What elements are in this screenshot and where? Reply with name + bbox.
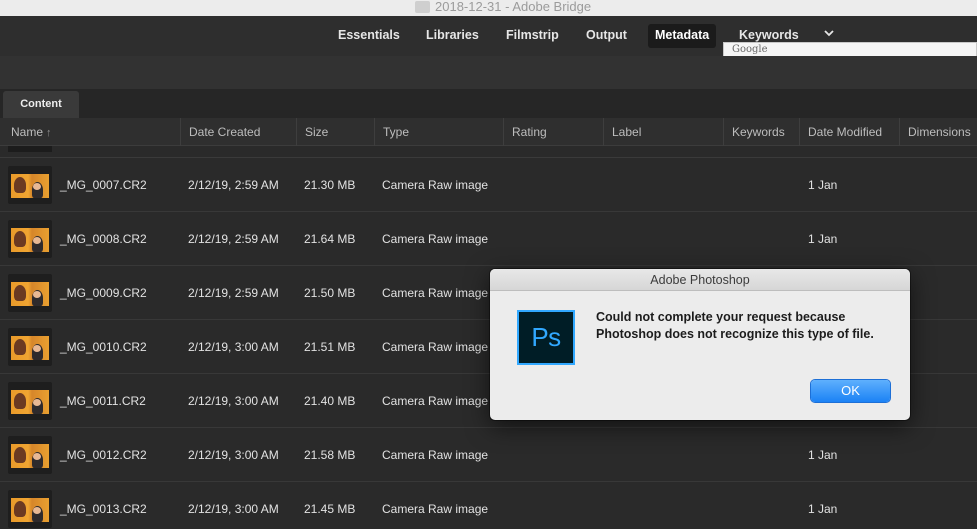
- window-title: 2018-12-31 - Adobe Bridge: [435, 0, 592, 14]
- workspace-libraries[interactable]: Libraries: [419, 24, 486, 48]
- file-date-created: 2/12/19, 3:00 AM: [188, 448, 279, 462]
- thumbnail[interactable]: [8, 382, 52, 420]
- file-type: Camera Raw image: [382, 394, 489, 408]
- photoshop-error-dialog: Adobe Photoshop Ps Could not complete yo…: [490, 269, 910, 420]
- thumbnail[interactable]: [8, 274, 52, 312]
- workspace-essentials[interactable]: Essentials: [331, 24, 407, 48]
- dialog-title: Adobe Photoshop: [490, 269, 910, 291]
- file-date-created: 2/12/19, 3:00 AM: [188, 394, 279, 408]
- window-titlebar: 2018-12-31 - Adobe Bridge: [0, 0, 977, 16]
- thumbnail[interactable]: [8, 490, 52, 528]
- file-type: Camera Raw image: [382, 448, 489, 462]
- table-row[interactable]: [0, 146, 977, 158]
- table-row[interactable]: _MG_0007.CR2 2/12/19, 2:59 AM 21.30 MB C…: [0, 158, 977, 212]
- thumbnail: [8, 146, 52, 152]
- ok-button[interactable]: OK: [811, 380, 890, 402]
- file-size: 21.64 MB: [304, 232, 356, 246]
- column-rating[interactable]: Rating: [504, 118, 604, 146]
- file-size: 21.50 MB: [304, 286, 356, 300]
- column-dimensions[interactable]: Dimensions: [900, 118, 977, 146]
- column-name-label: Name: [11, 125, 44, 139]
- file-date-created: 2/12/19, 2:59 AM: [188, 178, 279, 192]
- file-size: 21.51 MB: [304, 340, 356, 354]
- photoshop-logo-text: Ps: [531, 322, 561, 352]
- file-name: _MG_0008.CR2: [60, 232, 147, 246]
- file-date-created: 2/12/19, 2:59 AM: [188, 286, 279, 300]
- column-size[interactable]: Size: [297, 118, 375, 146]
- file-size: 21.40 MB: [304, 394, 356, 408]
- file-type: Camera Raw image: [382, 502, 489, 516]
- file-date-modified: 1 Jan: [808, 232, 838, 246]
- table-row[interactable]: _MG_0012.CR2 2/12/19, 3:00 AM 21.58 MB C…: [0, 428, 977, 482]
- column-label[interactable]: Label: [604, 118, 724, 146]
- file-name: _MG_0009.CR2: [60, 286, 147, 300]
- file-date-modified: 1 Jan: [808, 178, 838, 192]
- file-name: _MG_0011.CR2: [60, 394, 146, 408]
- file-date-modified: 1 Jan: [808, 502, 838, 516]
- file-size: 21.45 MB: [304, 502, 356, 516]
- thumbnail[interactable]: [8, 436, 52, 474]
- column-date-created[interactable]: Date Created: [181, 118, 297, 146]
- file-type: Camera Raw image: [382, 178, 489, 192]
- file-type: Camera Raw image: [382, 286, 489, 300]
- file-size: 21.58 MB: [304, 448, 356, 462]
- thumbnail[interactable]: [8, 166, 52, 204]
- file-name: _MG_0007.CR2: [60, 178, 147, 192]
- photoshop-logo-icon: Ps: [517, 310, 575, 365]
- file-size: 21.30 MB: [304, 178, 356, 192]
- file-type: Camera Raw image: [382, 340, 489, 354]
- workspace-output[interactable]: Output: [579, 24, 634, 48]
- workspace-filmstrip[interactable]: Filmstrip: [499, 24, 566, 48]
- file-name: _MG_0013.CR2: [60, 502, 147, 516]
- google-popup: Google: [723, 42, 977, 57]
- column-type[interactable]: Type: [375, 118, 504, 146]
- file-type: Camera Raw image: [382, 232, 489, 246]
- column-keywords[interactable]: Keywords: [724, 118, 800, 146]
- file-date-created: 2/12/19, 2:59 AM: [188, 232, 279, 246]
- sort-ascending-arrow-icon: ↑: [46, 127, 52, 139]
- file-date-created: 2/12/19, 3:00 AM: [188, 340, 279, 354]
- dialog-message: Could not complete your request because …: [596, 310, 874, 341]
- toolbar: [0, 56, 977, 90]
- column-header: Name ↑ Date Created Size Type Rating Labe…: [0, 118, 977, 146]
- folder-icon: [415, 1, 430, 13]
- file-name: _MG_0010.CR2: [60, 340, 147, 354]
- workspace-metadata[interactable]: Metadata: [648, 24, 717, 48]
- file-name: _MG_0012.CR2: [60, 448, 147, 462]
- thumbnail[interactable]: [8, 328, 52, 366]
- file-date-modified: 1 Jan: [808, 448, 838, 462]
- panel-tab-bar: Content: [0, 90, 977, 118]
- table-row[interactable]: _MG_0013.CR2 2/12/19, 3:00 AM 21.45 MB C…: [0, 482, 977, 529]
- column-name[interactable]: Name ↑: [3, 118, 181, 146]
- file-date-created: 2/12/19, 3:00 AM: [188, 502, 279, 516]
- tab-content[interactable]: Content: [3, 91, 79, 118]
- thumbnail[interactable]: [8, 220, 52, 258]
- column-date-modified[interactable]: Date Modified: [800, 118, 900, 146]
- table-row[interactable]: _MG_0008.CR2 2/12/19, 2:59 AM 21.64 MB C…: [0, 212, 977, 266]
- chevron-down-icon[interactable]: [822, 26, 836, 40]
